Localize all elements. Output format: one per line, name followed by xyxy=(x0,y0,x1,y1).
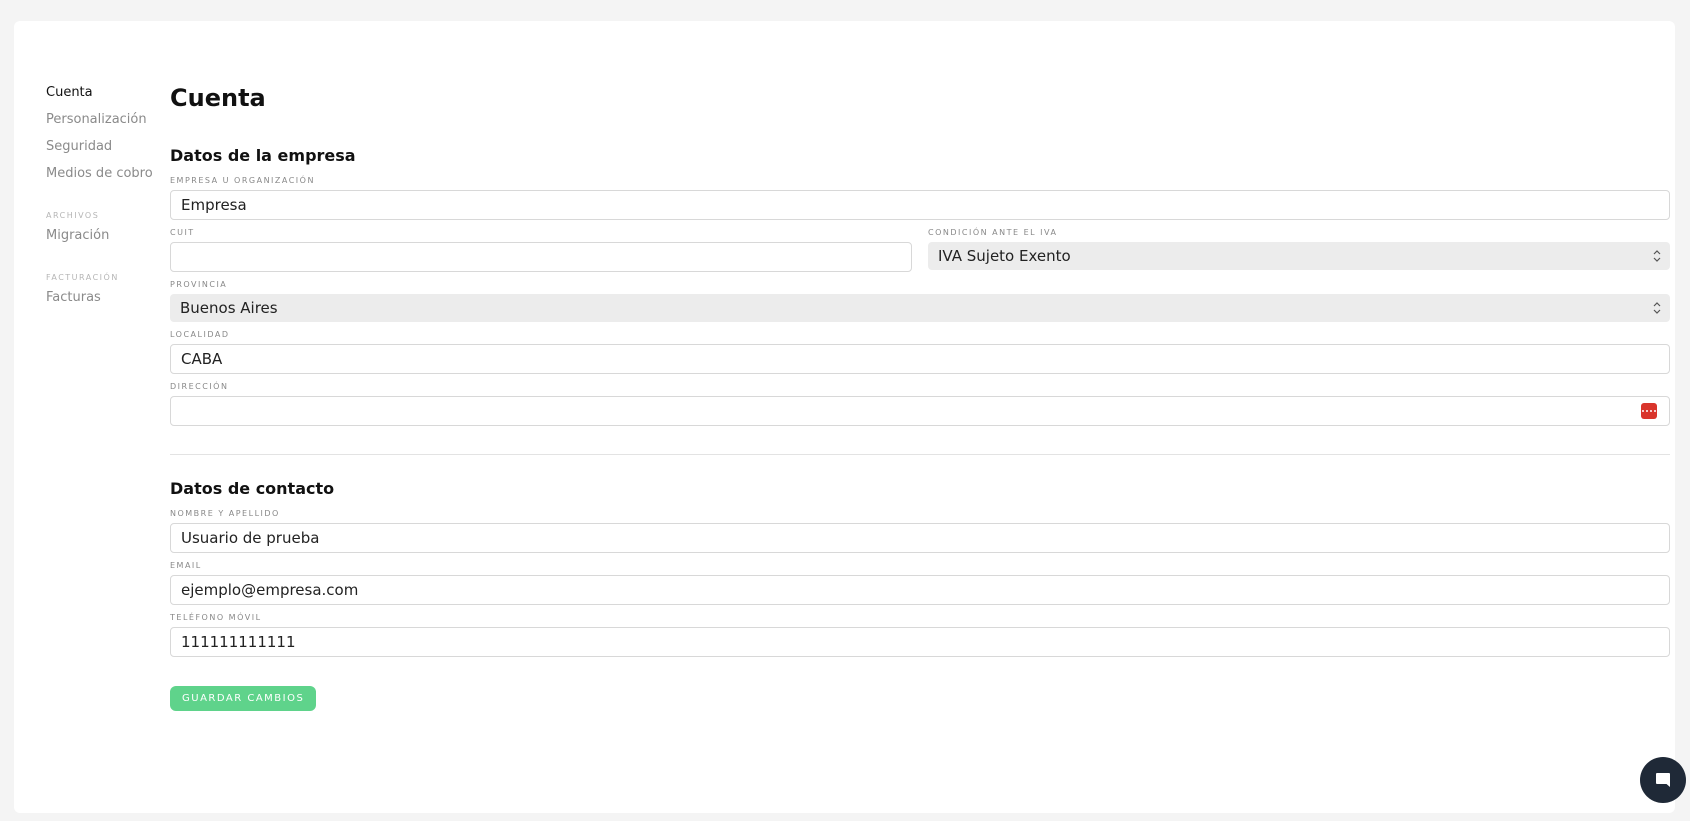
address-field: DIRECCIÓN xyxy=(170,380,1670,426)
phone-label: TELÉFONO MÓVIL xyxy=(170,613,262,622)
cuit-iva-row: CUIT CONDICIÓN ANTE EL IVA IVA Sujeto Ex… xyxy=(170,220,1670,272)
company-section-title: Datos de la empresa xyxy=(170,146,356,165)
province-label: PROVINCIA xyxy=(170,280,228,289)
cuit-label: CUIT xyxy=(170,228,195,237)
email-field: EMAIL xyxy=(170,559,1670,605)
sidebar-item-medios-de-cobro[interactable]: Medios de cobro xyxy=(46,160,166,187)
locality-field: LOCALIDAD xyxy=(170,328,1670,374)
iva-label: CONDICIÓN ANTE EL IVA xyxy=(928,228,1058,237)
sidebar-item-seguridad[interactable]: Seguridad xyxy=(46,133,166,160)
organization-field: EMPRESA U ORGANIZACIÓN xyxy=(170,174,1670,220)
email-label: EMAIL xyxy=(170,561,202,570)
phone-input[interactable] xyxy=(170,627,1670,657)
name-field: NOMBRE Y APELLIDO xyxy=(170,507,1670,553)
chat-launcher-button[interactable] xyxy=(1640,757,1686,803)
province-field: PROVINCIA Buenos Aires xyxy=(170,278,1670,322)
chat-bubble-icon xyxy=(1656,773,1670,787)
province-select-value: Buenos Aires xyxy=(180,299,278,317)
cuit-field: CUIT xyxy=(170,220,912,272)
page-title: Cuenta xyxy=(170,84,266,112)
email-input[interactable] xyxy=(170,575,1670,605)
sidebar-item-personalizacion[interactable]: Personalización xyxy=(46,106,166,133)
name-label: NOMBRE Y APELLIDO xyxy=(170,509,280,518)
sidebar-item-cuenta[interactable]: Cuenta xyxy=(46,79,166,106)
settings-sidebar: Cuenta Personalización Seguridad Medios … xyxy=(46,79,166,311)
chevron-up-down-icon xyxy=(1653,250,1661,262)
sidebar-section-archivos: ARCHIVOS xyxy=(46,211,100,220)
section-divider xyxy=(170,454,1670,455)
address-input-wrap xyxy=(170,396,1670,426)
iva-select-value: IVA Sujeto Exento xyxy=(938,247,1071,265)
locality-input[interactable] xyxy=(170,344,1670,374)
sidebar-item-migracion[interactable]: Migración xyxy=(46,222,166,249)
province-select[interactable]: Buenos Aires xyxy=(170,294,1670,322)
organization-input[interactable] xyxy=(170,190,1670,220)
contact-section-title: Datos de contacto xyxy=(170,479,335,498)
address-label: DIRECCIÓN xyxy=(170,382,229,391)
name-input[interactable] xyxy=(170,523,1670,553)
account-form: Cuenta Datos de la empresa EMPRESA U ORG… xyxy=(170,77,1670,711)
phone-field: TELÉFONO MÓVIL xyxy=(170,611,1670,657)
iva-field: CONDICIÓN ANTE EL IVA IVA Sujeto Exento xyxy=(928,220,1670,272)
chevron-up-down-icon xyxy=(1653,302,1661,314)
cuit-input[interactable] xyxy=(170,242,912,272)
save-changes-button[interactable]: GUARDAR CAMBIOS xyxy=(170,686,317,711)
sidebar-section-facturacion: FACTURACIÓN xyxy=(46,273,119,282)
iva-select[interactable]: IVA Sujeto Exento xyxy=(928,242,1670,270)
organization-label: EMPRESA U ORGANIZACIÓN xyxy=(170,176,315,185)
sidebar-item-facturas[interactable]: Facturas xyxy=(46,284,166,311)
address-input[interactable] xyxy=(170,396,1670,426)
settings-card: Cuenta Personalización Seguridad Medios … xyxy=(14,21,1675,813)
locality-label: LOCALIDAD xyxy=(170,330,230,339)
password-manager-icon[interactable] xyxy=(1641,403,1657,419)
